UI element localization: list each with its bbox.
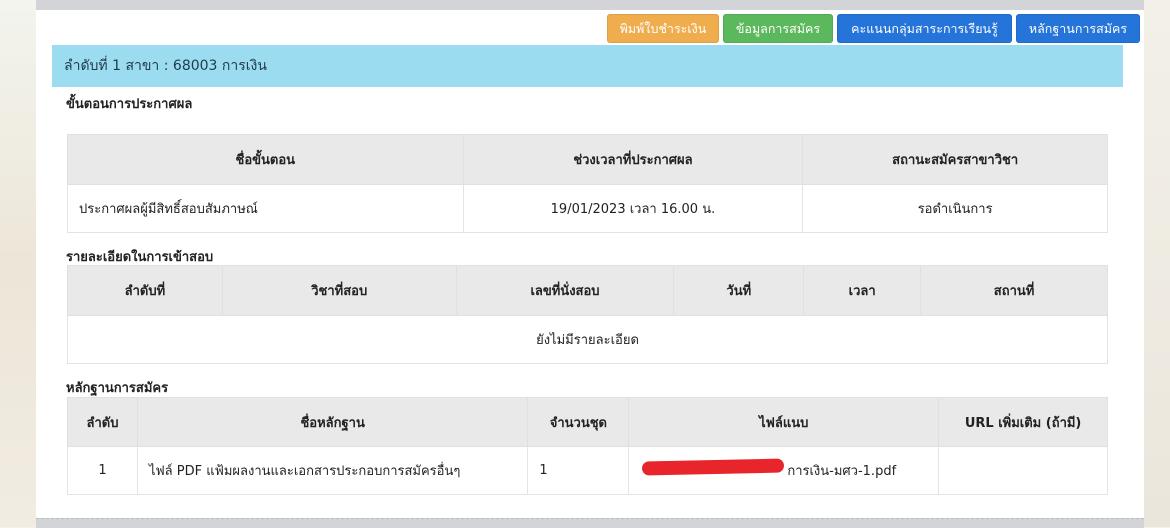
evidence-button[interactable]: หลักฐานการสมัคร bbox=[1016, 14, 1140, 43]
content-panel: พิมพ์ใบชำระเงิน ข้อมูลการสมัคร คะแนนกลุ่… bbox=[36, 0, 1144, 528]
table-row: ยังไม่มีรายละเอียด bbox=[67, 315, 1108, 364]
column-header: จำนวนชุด bbox=[527, 397, 630, 447]
table-header-row: ลำดับ ชื่อหลักฐาน จำนวนชุด ไฟล์แนบ URL เ… bbox=[67, 397, 1108, 447]
column-header: สถานะสมัครสาขาวิชา bbox=[802, 134, 1108, 185]
evidence-section-title: หลักฐานการสมัคร bbox=[66, 381, 169, 396]
column-header: เลขที่นั่งสอบ bbox=[455, 265, 675, 316]
exam-section-title: รายละเอียดในการเข้าสอบ bbox=[66, 250, 214, 265]
column-header: ไฟล์แนบ bbox=[628, 397, 940, 447]
application-info-button[interactable]: ข้อมูลการสมัคร bbox=[723, 14, 833, 43]
table-cell: ประกาศผลผู้มีสิทธิ์สอบสัมภาษณ์ bbox=[67, 184, 464, 233]
table-cell bbox=[938, 446, 1108, 495]
column-header: ชื่อขั้นตอน bbox=[67, 134, 464, 185]
table-row: 1 ไฟล์ PDF แฟ้มผลงานและเอกสารประกอบการสม… bbox=[67, 446, 1108, 495]
table-cell: 1 bbox=[527, 446, 630, 495]
column-header: ช่วงเวลาที่ประกาศผล bbox=[462, 134, 804, 185]
column-header: วันที่ bbox=[673, 265, 805, 316]
column-header: สถานที่ bbox=[920, 265, 1108, 316]
column-header: URL เพิ่มเติม (ถ้ามี) bbox=[938, 397, 1108, 447]
table-cell: 1 bbox=[67, 446, 138, 495]
announcement-section-title: ขั้นตอนการประกาศผล bbox=[66, 97, 193, 112]
table-cell: 19/01/2023 เวลา 16.00 น. bbox=[462, 184, 804, 233]
table-header-row: ลำดับที่ วิชาที่สอบ เลขที่นั่งสอบ วันที่… bbox=[67, 265, 1108, 316]
announcement-table: ชื่อขั้นตอน ช่วงเวลาที่ประกาศผล สถานะสมั… bbox=[67, 134, 1108, 233]
column-header: ลำดับ bbox=[67, 397, 138, 447]
exam-table: ลำดับที่ วิชาที่สอบ เลขที่นั่งสอบ วันที่… bbox=[67, 265, 1108, 364]
table-cell: ไฟล์ PDF แฟ้มผลงานและเอกสารประกอบการสมัค… bbox=[136, 446, 529, 495]
column-header: เวลา bbox=[803, 265, 922, 316]
redaction-mark bbox=[641, 458, 785, 476]
print-payment-button[interactable]: พิมพ์ใบชำระเงิน bbox=[607, 14, 719, 43]
score-group-button[interactable]: คะแนนกลุ่มสาระการเรียนรู้ bbox=[837, 14, 1012, 43]
background-right bbox=[1144, 0, 1170, 527]
empty-message: ยังไม่มีรายละเอียด bbox=[67, 315, 1108, 364]
evidence-table: ลำดับ ชื่อหลักฐาน จำนวนชุด ไฟล์แนบ URL เ… bbox=[67, 397, 1108, 495]
column-header: วิชาที่สอบ bbox=[221, 265, 457, 316]
action-buttons: พิมพ์ใบชำระเงิน ข้อมูลการสมัคร คะแนนกลุ่… bbox=[607, 14, 1140, 43]
column-header: ลำดับที่ bbox=[67, 265, 223, 316]
table-row: ประกาศผลผู้มีสิทธิ์สอบสัมภาษณ์ 19/01/202… bbox=[67, 184, 1108, 233]
background-left bbox=[0, 0, 36, 527]
table-header-row: ชื่อขั้นตอน ช่วงเวลาที่ประกาศผล สถานะสมั… bbox=[67, 134, 1108, 185]
column-header: ชื่อหลักฐาน bbox=[136, 397, 529, 447]
info-bar: ลำดับที่ 1 สาขา : 68003 การเงิน bbox=[52, 45, 1123, 87]
table-cell: รอดำเนินการ bbox=[802, 184, 1108, 233]
top-bar bbox=[36, 0, 1144, 10]
